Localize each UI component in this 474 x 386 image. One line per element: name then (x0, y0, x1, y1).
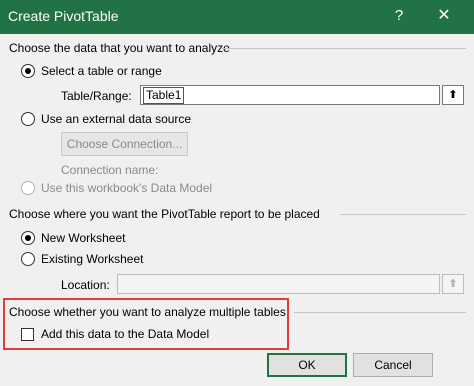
help-icon[interactable]: ? (388, 5, 410, 27)
radio-new-worksheet[interactable]: New Worksheet (21, 231, 125, 245)
table-range-label: Table/Range: (61, 89, 132, 103)
placement-heading: Choose where you want the PivotTable rep… (9, 207, 320, 221)
collapse-dialog-icon[interactable]: ⬆ (442, 274, 464, 294)
data-source-heading: Choose the data that you want to analyze (9, 41, 230, 55)
radio-existing-worksheet[interactable]: Existing Worksheet (21, 252, 144, 266)
choose-connection-button[interactable]: Choose Connection... (61, 132, 188, 156)
radio-data-model[interactable]: Use this workbook's Data Model (21, 181, 212, 195)
divider (294, 312, 466, 313)
collapse-dialog-icon[interactable]: ⬆ (442, 85, 464, 105)
radio-button[interactable] (21, 112, 35, 126)
connection-name-label: Connection name: (61, 163, 159, 177)
radio-select-table-range[interactable]: Select a table or range (21, 64, 162, 78)
cancel-button[interactable]: Cancel (353, 353, 433, 377)
existing-worksheet-label: Existing Worksheet (41, 252, 144, 266)
radio-button-disabled[interactable] (21, 181, 35, 195)
radio-button[interactable] (21, 252, 35, 266)
divider (222, 48, 466, 49)
new-worksheet-label: New Worksheet (41, 231, 126, 245)
location-input[interactable] (117, 274, 440, 294)
ok-button[interactable]: OK (267, 353, 347, 377)
highlight-annotation (3, 298, 289, 350)
radio-button-checked[interactable] (21, 231, 35, 245)
window-title: Create PivotTable (8, 8, 119, 24)
title-bar: Create PivotTable ? ✕ (0, 0, 474, 34)
select-table-label: Select a table or range (41, 64, 162, 78)
table-range-value: Table1 (143, 87, 185, 104)
divider (340, 214, 466, 215)
table-range-input[interactable]: Table1 (140, 85, 440, 105)
external-source-label: Use an external data source (41, 112, 192, 126)
location-label: Location: (61, 278, 110, 292)
radio-external-source[interactable]: Use an external data source (21, 112, 191, 126)
radio-button-checked[interactable] (21, 64, 35, 78)
data-model-label: Use this workbook's Data Model (41, 181, 213, 195)
close-icon[interactable]: ✕ (433, 5, 455, 27)
